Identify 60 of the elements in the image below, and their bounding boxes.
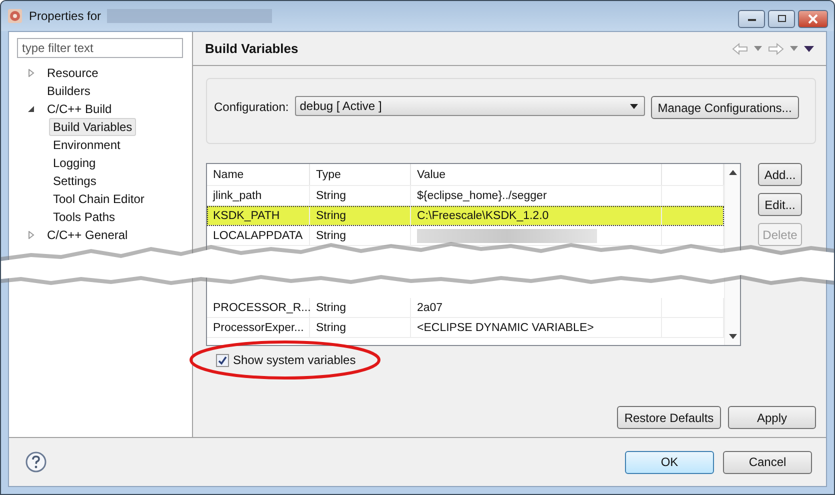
expanded-icon[interactable] xyxy=(27,105,35,113)
table-action-button[interactable]: Edit... xyxy=(758,193,802,216)
column-header[interactable]: Type xyxy=(310,164,411,185)
menu-icon[interactable] xyxy=(804,46,814,52)
checkbox[interactable] xyxy=(216,354,229,366)
configuration-label: Configuration: xyxy=(214,100,289,114)
table-cell: ${eclipse_home}../segger xyxy=(411,186,662,205)
column-header[interactable]: Name xyxy=(207,164,310,185)
dialog-button[interactable]: OK xyxy=(625,450,714,474)
manage-configurations-button[interactable]: Manage Configurations... xyxy=(650,96,799,119)
table-cell: <ECLIPSE DYNAMIC VARIABLE> xyxy=(411,318,662,337)
column-header[interactable]: Value xyxy=(411,164,662,185)
tree-item[interactable]: Builders xyxy=(43,82,94,100)
tree-item[interactable]: Environment xyxy=(49,136,124,154)
table-row[interactable]: PROCESSOR_R... String 2a07 xyxy=(207,298,724,318)
table-row[interactable]: LOCALAPPDATA String xyxy=(207,226,724,246)
tree-item[interactable]: Resource xyxy=(43,64,102,82)
page-title: Build Variables xyxy=(205,41,298,56)
tree-item[interactable]: Tool Chain Editor xyxy=(49,190,148,208)
configuration-dropdown[interactable]: debug [ Active ] xyxy=(294,96,645,116)
dropdown-icon xyxy=(630,104,638,108)
tree-item[interactable]: Tools Paths xyxy=(49,208,120,226)
dropdown-icon[interactable] xyxy=(754,46,762,51)
restore-icon xyxy=(776,14,788,24)
dropdown-icon[interactable] xyxy=(790,46,798,51)
table-row[interactable]: KSDK_PATH String C:\Freescale\KSDK_1.2.0 xyxy=(207,206,724,226)
table-cell: String xyxy=(310,226,411,245)
table-cell: String xyxy=(310,186,411,205)
close-button[interactable] xyxy=(798,10,828,28)
table-cell: PROCESSOR_R... xyxy=(207,298,310,317)
table-action-button[interactable]: Add... xyxy=(758,163,802,186)
maximize-button[interactable] xyxy=(768,10,795,28)
help-icon[interactable] xyxy=(25,451,47,473)
tree-item[interactable]: Logging xyxy=(49,154,100,172)
table-cell: KSDK_PATH xyxy=(207,206,310,225)
table-row[interactable]: ProcessorExper... String <ECLIPSE DYNAMIC VARIABLE> xyxy=(207,318,724,338)
table-cell: ProcessorExper... xyxy=(207,318,310,337)
table-cell: C:\Freescale\KSDK_1.2.0 xyxy=(411,206,662,225)
table-cell: LOCALAPPDATA xyxy=(207,226,310,245)
tree-item[interactable]: C/C++ Build xyxy=(43,100,116,118)
table-cell: String xyxy=(310,206,411,225)
collapsed-icon[interactable] xyxy=(27,231,35,239)
tree-item[interactable]: C/C++ General xyxy=(43,226,132,244)
window-title: Properties for xyxy=(29,9,102,23)
close-icon xyxy=(807,14,819,24)
page-button[interactable]: Restore Defaults xyxy=(617,406,721,429)
filter-field[interactable]: type filter text xyxy=(17,38,183,58)
table-cell: jlink_path xyxy=(207,186,310,205)
minimize-button[interactable] xyxy=(738,10,765,28)
app-icon xyxy=(7,8,23,24)
dialog-button[interactable]: Cancel xyxy=(723,450,812,474)
tree-item[interactable]: Settings xyxy=(49,172,100,190)
collapsed-icon[interactable] xyxy=(27,69,35,77)
table-cell: 2a07 xyxy=(411,298,662,317)
scroll-down-icon[interactable] xyxy=(728,334,736,339)
page-button[interactable]: Apply xyxy=(728,406,816,429)
tree-item[interactable]: Build Variables xyxy=(49,118,136,136)
table-cell: String xyxy=(310,318,411,337)
table-cell: String xyxy=(310,298,411,317)
scroll-up-icon[interactable] xyxy=(728,170,736,175)
